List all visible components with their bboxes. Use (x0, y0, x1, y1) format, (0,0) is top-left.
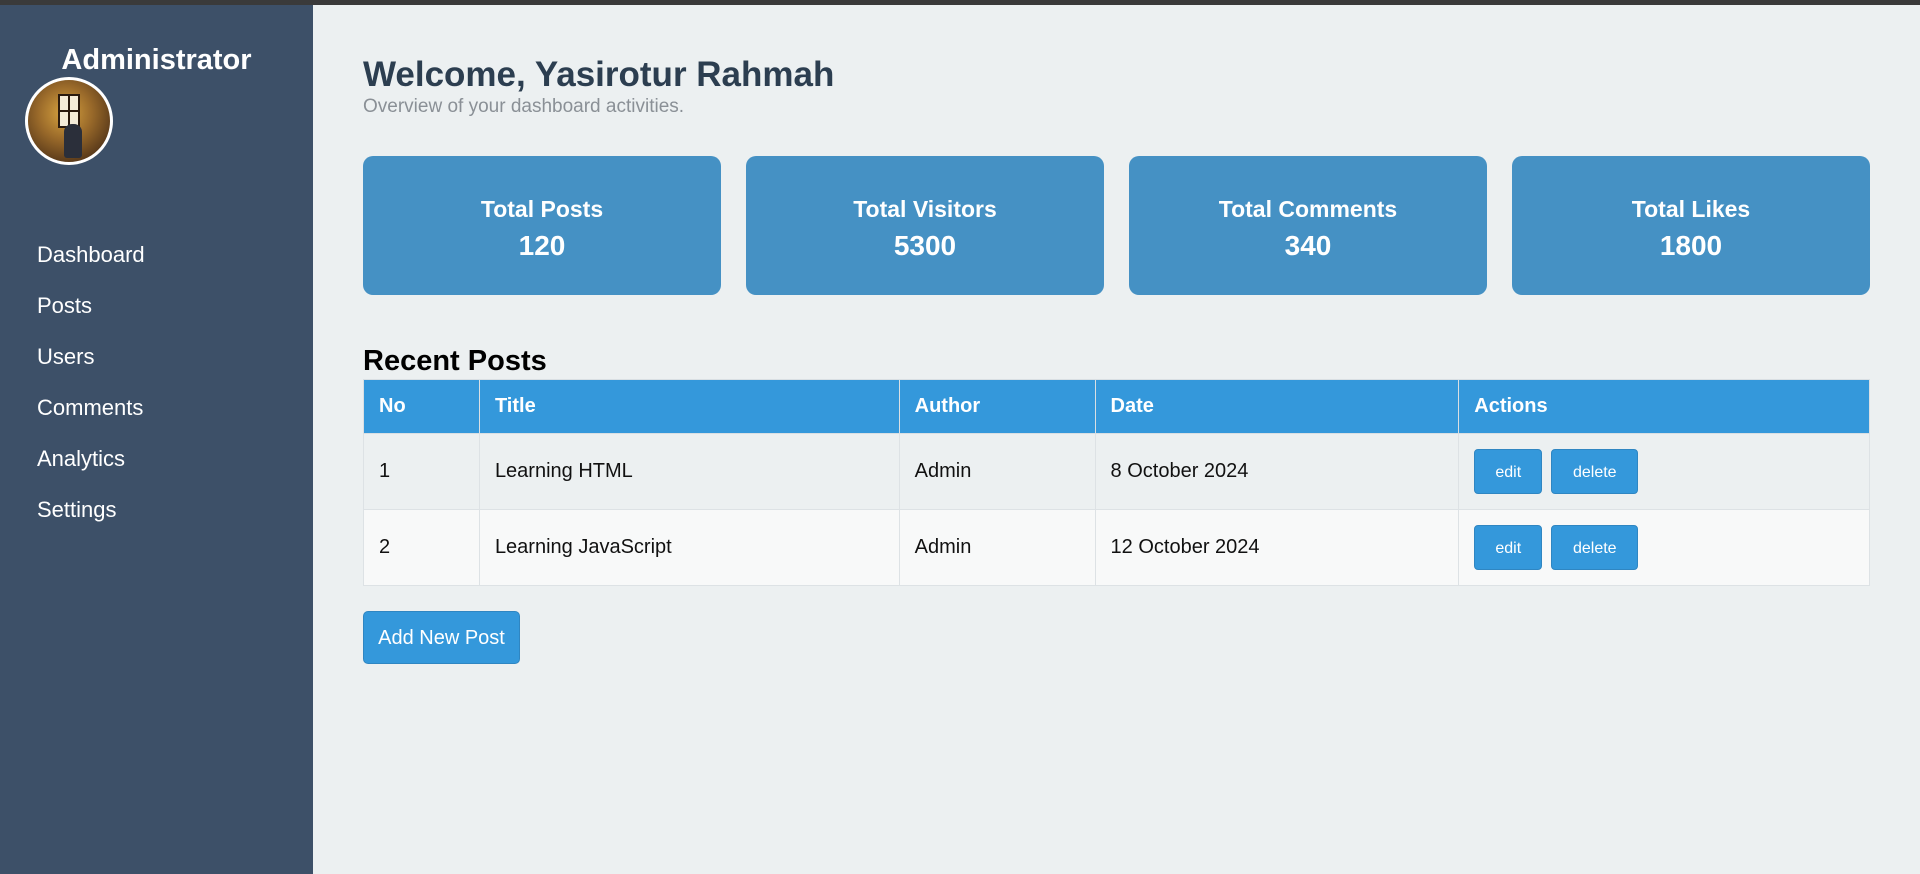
sidebar-item-settings[interactable]: Settings (0, 484, 313, 535)
sidebar-title: Administrator (61, 44, 252, 76)
sidebar-item-comments[interactable]: Comments (0, 382, 313, 433)
stat-card-total-posts: Total Posts 120 (363, 156, 721, 295)
sidebar-item-analytics[interactable]: Analytics (0, 433, 313, 484)
sidebar-item-users[interactable]: Users (0, 331, 313, 382)
stat-value: 120 (518, 230, 566, 261)
stat-label: Total Posts (480, 196, 604, 222)
cell-date: 12 October 2024 (1094, 509, 1460, 586)
edit-button[interactable]: edit (1474, 525, 1543, 570)
delete-button[interactable]: delete (1551, 449, 1639, 494)
cell-actions: edit delete (1458, 509, 1870, 586)
column-header-title: Title (478, 379, 900, 434)
user-avatar[interactable] (25, 77, 113, 165)
avatar-photo-window (58, 94, 80, 128)
stat-label: Total Likes (1631, 196, 1751, 222)
cell-date: 8 October 2024 (1094, 433, 1460, 510)
delete-button[interactable]: delete (1551, 525, 1639, 570)
avatar-photo-person (64, 124, 82, 158)
cell-author: Admin (898, 433, 1096, 510)
cell-actions: edit delete (1458, 433, 1870, 510)
stats-cards: Total Posts 120 Total Visitors 5300 Tota… (363, 156, 1870, 295)
cell-author: Admin (898, 509, 1096, 586)
stat-value: 5300 (893, 230, 957, 261)
column-header-no: No (363, 379, 480, 434)
column-header-actions: Actions (1458, 379, 1870, 434)
main-content: Welcome, Yasirotur Rahmah Overview of yo… (313, 5, 1920, 874)
table-row: 1 Learning HTML Admin 8 October 2024 edi… (363, 433, 1870, 510)
recent-posts-title: Recent Posts (363, 345, 547, 377)
sidebar-nav: Dashboard Posts Users Comments Analytics… (0, 229, 313, 535)
table-row: 2 Learning JavaScript Admin 12 October 2… (363, 509, 1870, 586)
column-header-date: Date (1094, 379, 1460, 434)
add-new-post-button[interactable]: Add New Post (363, 611, 520, 664)
cell-title: Learning JavaScript (478, 509, 900, 586)
stat-label: Total Visitors (853, 196, 997, 222)
stat-value: 1800 (1659, 230, 1723, 261)
cell-no: 2 (363, 509, 480, 586)
page-subtitle: Overview of your dashboard activities. (363, 96, 685, 117)
sidebar: Administrator Dashboard Posts Users Comm… (0, 5, 313, 874)
window-top-edge (0, 0, 1920, 5)
page-title: Welcome, Yasirotur Rahmah (363, 55, 835, 94)
stat-value: 340 (1284, 230, 1332, 261)
cell-title: Learning HTML (478, 433, 900, 510)
edit-button[interactable]: edit (1474, 449, 1543, 494)
sidebar-item-posts[interactable]: Posts (0, 280, 313, 331)
stat-card-total-comments: Total Comments 340 (1129, 156, 1487, 295)
recent-posts-table: No Title Author Date Actions 1 Learning … (363, 379, 1870, 586)
stat-label: Total Comments (1218, 196, 1398, 222)
table-header-row: No Title Author Date Actions (363, 379, 1870, 434)
stat-card-total-likes: Total Likes 1800 (1512, 156, 1870, 295)
sidebar-item-dashboard[interactable]: Dashboard (0, 229, 313, 280)
cell-no: 1 (363, 433, 480, 510)
column-header-author: Author (898, 379, 1096, 434)
stat-card-total-visitors: Total Visitors 5300 (746, 156, 1104, 295)
